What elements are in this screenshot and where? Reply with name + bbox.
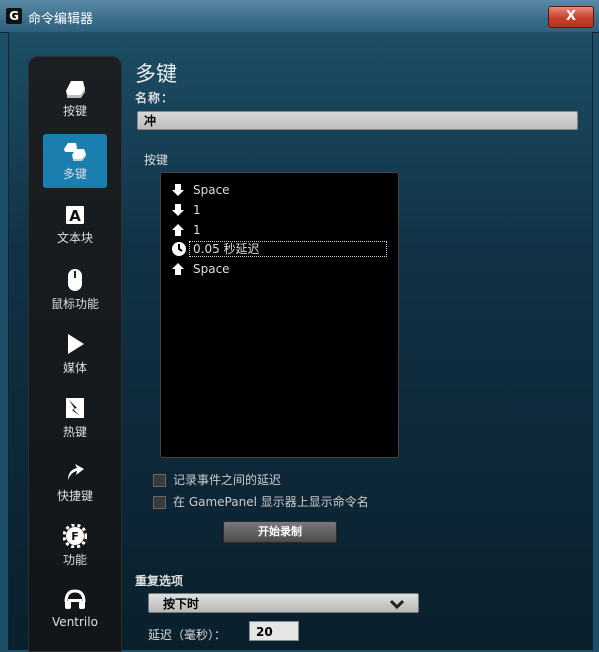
arrow-up-icon [172, 263, 184, 275]
sidebar-item-label: 多键 [62, 167, 87, 181]
arrow-down-icon [172, 204, 184, 216]
text-block-icon: A [66, 206, 84, 225]
start-recording-button[interactable]: 开始录制 [223, 521, 337, 543]
function-gear-icon: F [63, 524, 87, 548]
sidebar-item-label: 热键 [62, 425, 87, 439]
repeat-options-label: 重复选项 [135, 574, 184, 588]
sidebar-item-function[interactable]: F 功能 [43, 518, 107, 572]
sidebar-item-mouse-function[interactable]: 鼠标功能 [43, 262, 107, 316]
key-event-text: 0.05 秒延迟 [189, 241, 387, 257]
name-label: 名称： [135, 91, 175, 105]
delay-label: 延迟（毫秒）： [148, 628, 227, 642]
clock-icon [172, 242, 186, 256]
multi-key-icon [64, 143, 86, 161]
sidebar-item-label: 媒体 [62, 361, 87, 375]
sidebar-item-ventrilo[interactable]: Ventrilo [43, 582, 107, 636]
command-name-input[interactable]: 冲 [137, 111, 578, 130]
key-icon [66, 81, 85, 98]
key-event-list[interactable]: Space 1 1 0.05 秒延迟 Space [160, 172, 399, 458]
page-title: 多键 [135, 62, 177, 86]
record-delays-checkbox[interactable] [153, 474, 166, 487]
svg-text:A: A [69, 207, 81, 225]
shortcut-arrow-icon [68, 464, 84, 480]
chevron-down-icon [390, 599, 404, 610]
record-delays-label: 记录事件之间的延迟 [173, 473, 282, 487]
arrow-down-icon [172, 184, 184, 196]
logitech-g-icon: G [6, 8, 22, 24]
command-type-sidebar: 按键 多键 A 文本块 鼠标功能 媒体 热键 快捷键 F 功能 Ventrilo [28, 56, 122, 652]
title-bar: G 命令编辑器 X [0, 0, 599, 33]
keys-label: 按键 [144, 153, 169, 167]
headset-icon [64, 589, 86, 609]
key-event-text: Space [193, 262, 230, 276]
show-name-label: 在 GamePanel 显示器上显示命令名 [173, 495, 369, 509]
hotkey-icon [66, 398, 84, 418]
sidebar-item-text-block[interactable]: A 文本块 [43, 198, 107, 252]
arrow-up-icon [172, 224, 184, 236]
sidebar-item-media[interactable]: 媒体 [43, 326, 107, 380]
sidebar-item-hotkey[interactable]: 热键 [43, 390, 107, 444]
repeat-mode-value: 按下时 [163, 597, 200, 611]
repeat-mode-select[interactable]: 按下时 [148, 593, 419, 613]
sidebar-item-label: Ventrilo [52, 615, 98, 629]
sidebar-item-label: 文本块 [56, 231, 93, 245]
delay-ms-input[interactable]: 20 [249, 621, 299, 641]
sidebar-item-label: 快捷键 [56, 489, 93, 503]
sidebar-item-label: 鼠标功能 [50, 297, 99, 311]
play-icon [68, 334, 84, 354]
sidebar-item-label: 按键 [62, 104, 87, 118]
key-event-text: 1 [193, 223, 201, 237]
mouse-icon [68, 269, 82, 291]
sidebar-item-label: 功能 [62, 553, 87, 567]
key-event-text: 1 [193, 203, 201, 217]
svg-text:F: F [71, 530, 79, 543]
sidebar-item-multikey[interactable]: 多键 [43, 134, 107, 188]
sidebar-item-keystroke[interactable]: 按键 [43, 71, 107, 125]
show-name-checkbox[interactable] [153, 496, 166, 509]
close-button[interactable]: X [548, 6, 594, 28]
window-title: 命令编辑器 [28, 12, 94, 27]
key-event-text: Space [193, 183, 230, 197]
sidebar-item-shortcut[interactable]: 快捷键 [43, 454, 107, 508]
